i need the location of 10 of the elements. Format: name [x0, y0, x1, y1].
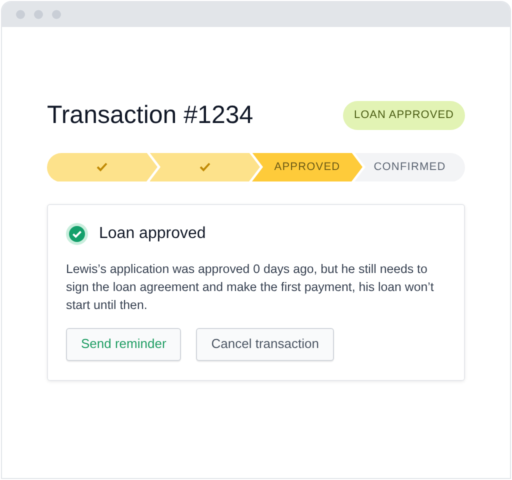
page-title: Transaction #1234 [47, 102, 254, 128]
check-icon [198, 162, 211, 172]
card-title: Loan approved [99, 224, 206, 244]
status-badge: LOAN APPROVED [342, 101, 465, 130]
card-message: Lewis’s application was approved 0 days ago, but he still needs to sign the loan agreement and make the first payment, his loan won’t start until then. [66, 260, 435, 314]
check-circle-icon [66, 222, 88, 244]
progress-step: CONFIRMED [354, 152, 465, 182]
cancel-button[interactable]: Cancel transaction [196, 328, 334, 360]
check-icon [96, 162, 108, 172]
progress-step: APPROVED [252, 152, 362, 182]
